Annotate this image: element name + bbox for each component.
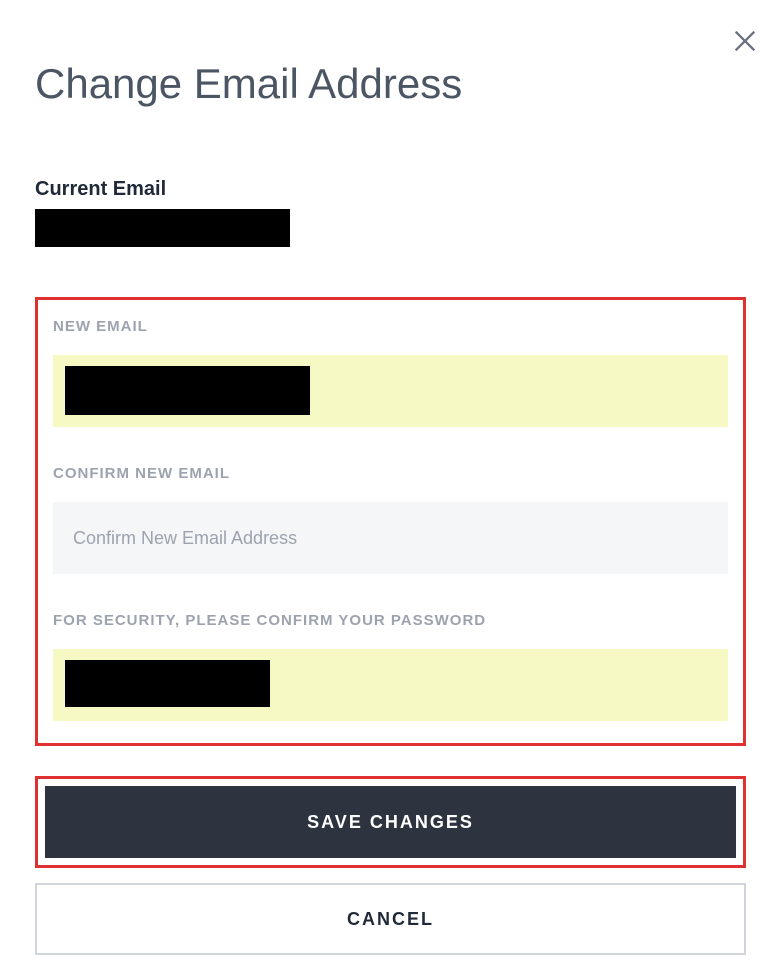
page-title: Change Email Address bbox=[35, 60, 746, 108]
confirm-email-label: CONFIRM NEW EMAIL bbox=[53, 465, 728, 482]
new-email-input-wrapper[interactable] bbox=[53, 355, 728, 427]
current-email-label: Current Email bbox=[35, 178, 746, 201]
confirm-email-group: CONFIRM NEW EMAIL bbox=[53, 465, 728, 574]
cancel-button[interactable]: CANCEL bbox=[35, 883, 746, 955]
current-email-section: Current Email bbox=[35, 178, 746, 247]
form-highlight-box: NEW EMAIL CONFIRM NEW EMAIL FOR SECURITY… bbox=[35, 297, 746, 746]
password-group: FOR SECURITY, PLEASE CONFIRM YOUR PASSWO… bbox=[53, 612, 728, 721]
new-email-redacted bbox=[65, 366, 310, 415]
close-icon[interactable] bbox=[729, 25, 761, 57]
password-input-wrapper[interactable] bbox=[53, 649, 728, 721]
confirm-email-input[interactable] bbox=[53, 502, 728, 574]
new-email-group: NEW EMAIL bbox=[53, 318, 728, 427]
password-redacted bbox=[65, 660, 270, 707]
save-button-highlight-box: SAVE CHANGES bbox=[35, 776, 746, 868]
save-button[interactable]: SAVE CHANGES bbox=[45, 786, 736, 858]
current-email-value bbox=[35, 209, 290, 247]
new-email-label: NEW EMAIL bbox=[53, 318, 728, 335]
password-label: FOR SECURITY, PLEASE CONFIRM YOUR PASSWO… bbox=[53, 612, 728, 629]
